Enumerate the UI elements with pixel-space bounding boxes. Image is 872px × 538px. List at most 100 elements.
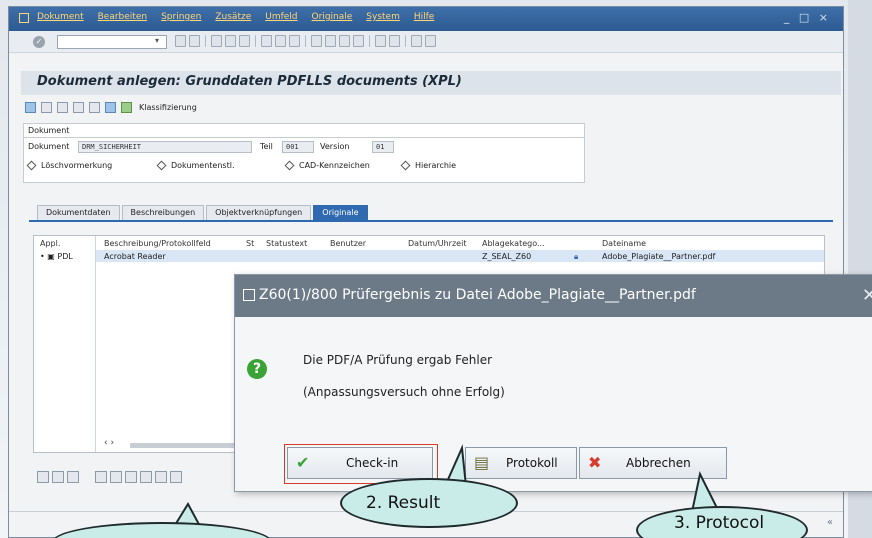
delete-icon[interactable]: [170, 471, 182, 483]
layout-icon[interactable]: [425, 35, 436, 47]
menu-springen[interactable]: Springen: [161, 12, 201, 22]
check-cad-kennzeichen[interactable]: CAD-Kennzeichen: [284, 160, 370, 171]
checkin-button[interactable]: ✔ Check-in: [284, 444, 438, 484]
details-icon[interactable]: [155, 471, 167, 483]
ablage-cell[interactable]: Z_SEAL_Z60: [482, 252, 531, 261]
screen-title: Dokument anlegen: Grunddaten PDFLLS docu…: [37, 74, 462, 89]
scroll-arrows[interactable]: ‹ ›: [104, 438, 114, 448]
print-icon[interactable]: [261, 35, 272, 47]
menu-items: Dokument Bearbeiten Springen Zusätze Umf…: [37, 12, 434, 22]
find-next-icon[interactable]: [289, 35, 300, 47]
print-icon[interactable]: [67, 471, 79, 483]
toolbar-icons: [175, 35, 436, 47]
col-statustext[interactable]: Statustext: [266, 239, 307, 248]
back-icon[interactable]: [211, 35, 222, 47]
version-label: Version: [320, 142, 350, 151]
lock-icon: 🔒︎: [574, 252, 579, 261]
toolbar-gap: [82, 471, 92, 483]
teil-field[interactable]: 001: [282, 141, 314, 153]
copy-icon[interactable]: [57, 101, 68, 113]
checkmark-icon: ✔: [296, 453, 310, 472]
collapse-icon[interactable]: «: [827, 517, 833, 528]
dialog-title-bar: Z60(1)/800 Prüfergebnis zu Datei Adobe_P…: [235, 275, 872, 317]
glasses-icon[interactable]: [73, 101, 84, 113]
tab-underline: [29, 220, 833, 222]
checkin-label: Check-in: [346, 456, 399, 470]
classification-icon[interactable]: [105, 101, 116, 113]
check-loeschvormerkung[interactable]: Löschvormerkung: [26, 160, 113, 171]
copy-original-icon[interactable]: [140, 471, 152, 483]
close-icon[interactable]: ✕: [862, 285, 872, 306]
abbrechen-button[interactable]: ✖ Abbrechen: [579, 447, 727, 479]
display-change-icon[interactable]: [25, 101, 36, 113]
exit-icon[interactable]: [225, 35, 236, 47]
menu-umfeld[interactable]: Umfeld: [265, 12, 297, 22]
back-double-icon[interactable]: [175, 35, 186, 47]
menu-dokument[interactable]: Dokument: [37, 12, 84, 22]
check-hierarchie[interactable]: Hierarchie: [400, 160, 456, 171]
tab-originale[interactable]: Originale: [313, 205, 368, 220]
binoculars-icon[interactable]: [89, 101, 100, 113]
check-label: CAD-Kennzeichen: [299, 161, 370, 170]
tree-panel: [34, 236, 96, 452]
tab-dokumentdaten[interactable]: Dokumentdaten: [37, 205, 120, 220]
last-page-icon[interactable]: [353, 35, 364, 47]
prev-page-icon[interactable]: [325, 35, 336, 47]
group-divider: [24, 137, 584, 138]
col-datum[interactable]: Datum/Uhrzeit: [408, 239, 466, 248]
hierarchy-icon[interactable]: [121, 101, 132, 113]
col-st[interactable]: St: [246, 239, 254, 248]
menu-originale[interactable]: Originale: [312, 12, 353, 22]
new-original-icon[interactable]: [95, 471, 107, 483]
chevron-down-icon[interactable]: ▾: [155, 36, 159, 45]
toolbar-separator: [305, 35, 306, 47]
result-callout: 2. Result: [340, 478, 518, 528]
new-session-icon[interactable]: [375, 35, 386, 47]
open-folder-icon[interactable]: [110, 471, 122, 483]
screen-title-bar: Dokument anlegen: Grunddaten PDFLLS docu…: [21, 71, 841, 95]
question-icon: ?: [247, 359, 267, 379]
next-page-icon[interactable]: [339, 35, 350, 47]
save-icon[interactable]: [189, 35, 200, 47]
edit-pencil-icon[interactable]: [52, 471, 64, 483]
col-dateiname[interactable]: Dateiname: [602, 239, 646, 248]
cancel-icon[interactable]: [239, 35, 250, 47]
new-document-icon[interactable]: [41, 101, 52, 113]
check-dokumentenstl[interactable]: Dokumentenstl.: [156, 160, 235, 171]
version-field[interactable]: 01: [372, 141, 394, 153]
col-ablage[interactable]: Ablagekatego...: [482, 239, 545, 248]
dateiname-cell[interactable]: Adobe_Plagiate__Partner.pdf: [602, 252, 715, 261]
dokument-field[interactable]: DRM_SICHERHEIT: [78, 141, 252, 153]
find-icon[interactable]: [275, 35, 286, 47]
tree-node[interactable]: • ▣ PDL: [40, 252, 73, 261]
help-icon[interactable]: [411, 35, 422, 47]
menu-hilfe[interactable]: Hilfe: [414, 12, 434, 22]
dialog-title: Z60(1)/800 Prüfergebnis zu Datei Adobe_P…: [259, 287, 696, 303]
shortcut-icon[interactable]: [389, 35, 400, 47]
menu-system[interactable]: System: [366, 12, 400, 22]
command-field[interactable]: [57, 35, 167, 49]
menu-bearbeiten[interactable]: Bearbeiten: [98, 12, 147, 22]
col-appl[interactable]: Appl.: [40, 239, 60, 248]
check-label: Löschvormerkung: [41, 161, 113, 170]
checkin-icon[interactable]: [125, 471, 137, 483]
menu-zusaetze[interactable]: Zusätze: [215, 12, 251, 22]
protokoll-button[interactable]: ▤ Protokoll: [465, 447, 577, 479]
enter-icon[interactable]: ✓: [33, 36, 45, 48]
first-page-icon[interactable]: [311, 35, 322, 47]
result-callout-text: 2. Result: [366, 493, 441, 513]
display-icon[interactable]: [37, 471, 49, 483]
result-dialog: Z60(1)/800 Prüfergebnis zu Datei Adobe_P…: [234, 274, 872, 492]
teil-label: Teil: [260, 142, 273, 151]
tab-beschreibungen[interactable]: Beschreibungen: [121, 205, 205, 220]
col-beschreibung[interactable]: Beschreibung/Protokollfeld: [104, 239, 211, 248]
window-controls[interactable]: _ □ ×: [784, 11, 831, 24]
classification-button[interactable]: Klassifizierung: [139, 103, 197, 112]
sap-app-icon[interactable]: [19, 13, 29, 23]
standard-toolbar: ✓ ▾: [9, 31, 843, 53]
tab-objektverknuepfungen[interactable]: Objektverknüpfungen: [206, 205, 312, 220]
protocol-icon: ▤: [474, 453, 490, 472]
document-group: Dokument Dokument DRM_SICHERHEIT Teil 00…: [23, 123, 585, 183]
beschreibung-cell[interactable]: Acrobat Reader: [104, 252, 166, 261]
col-benutzer[interactable]: Benutzer: [330, 239, 366, 248]
